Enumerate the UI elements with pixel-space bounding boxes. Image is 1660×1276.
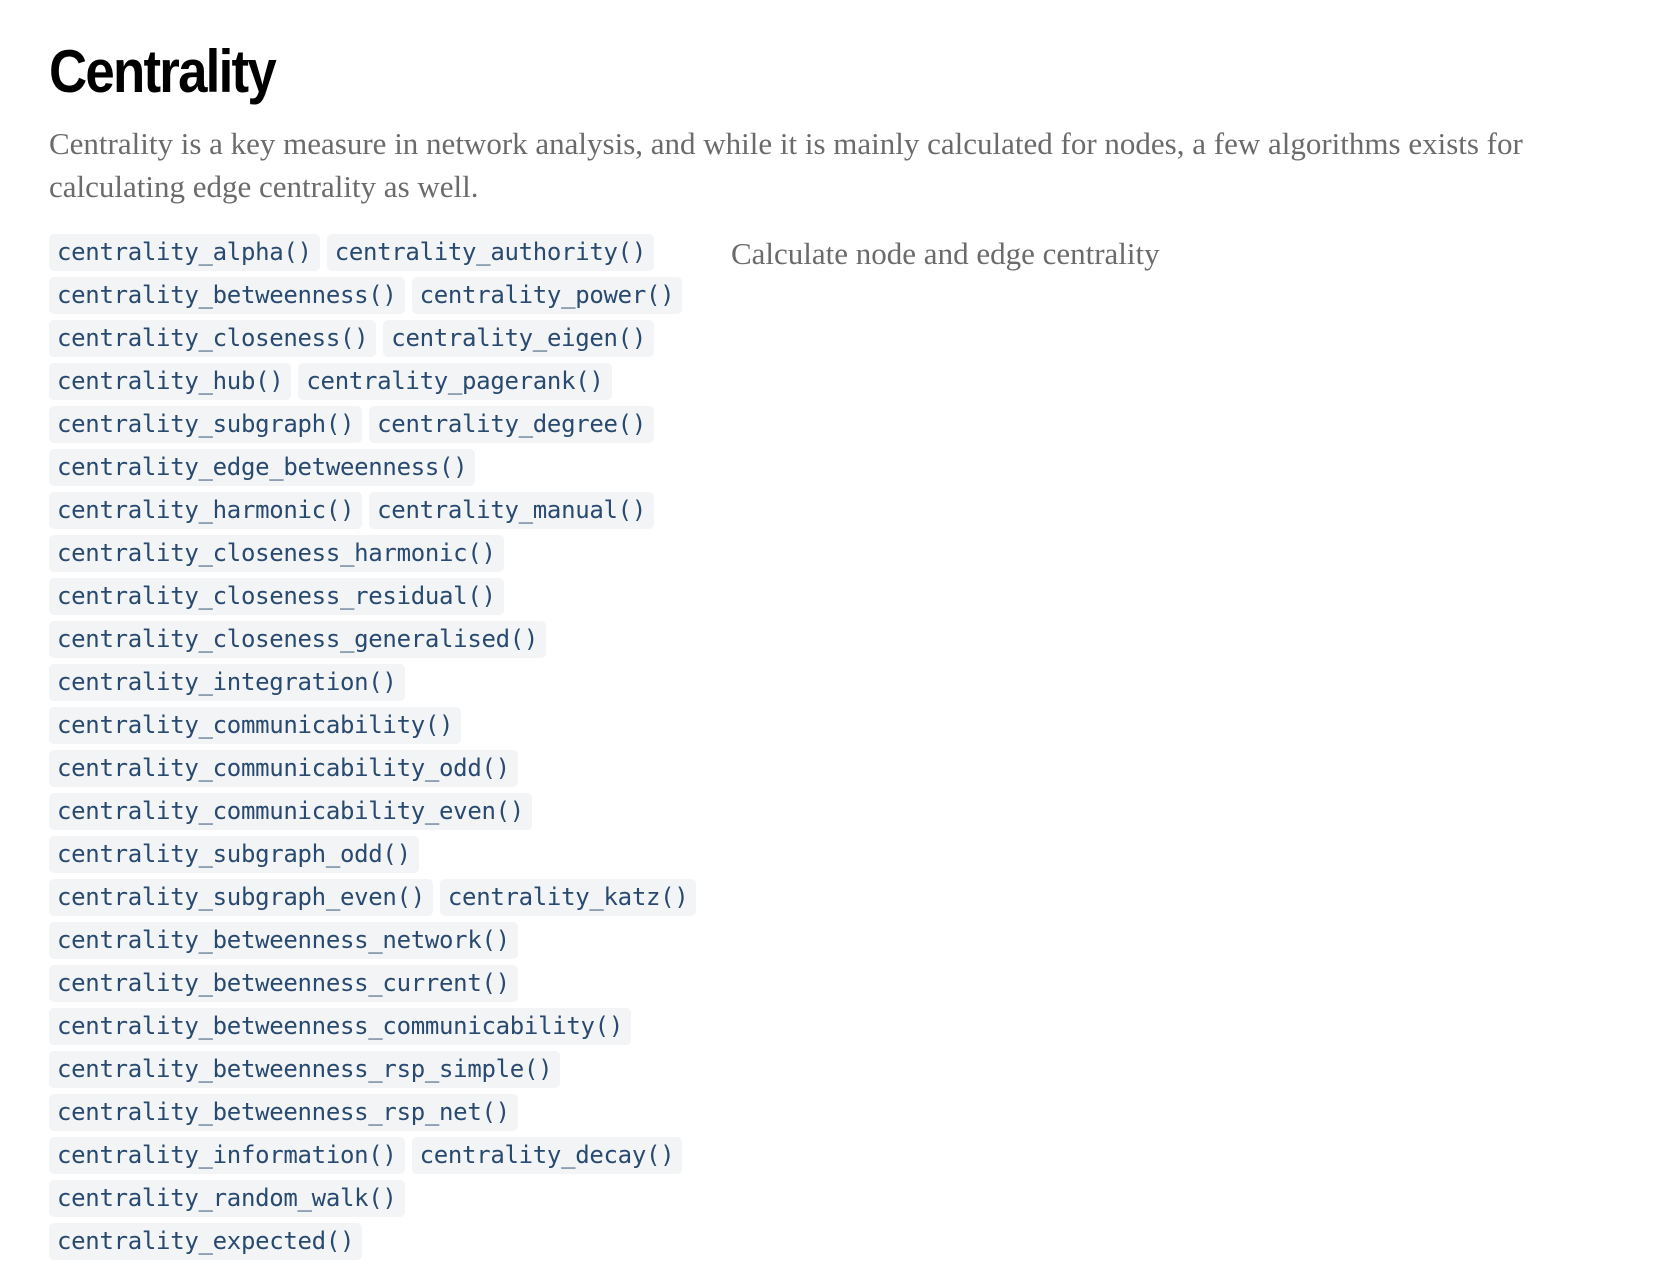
function-row: centrality_expected() [49,1223,739,1266]
function-link[interactable]: centrality_subgraph_even() [49,879,433,916]
function-link[interactable]: centrality_communicability() [49,707,462,744]
function-link[interactable]: centrality_eigen() [383,320,654,357]
function-link[interactable]: centrality_manual() [369,492,654,529]
function-link[interactable]: centrality_random_walk() [49,1180,405,1217]
function-row: centrality_closeness() centrality_eigen() [49,320,739,363]
function-row: centrality_betweenness() centrality_power… [49,277,739,320]
reference-page: Centrality Centrality is a key measure i… [49,30,1629,1266]
function-link[interactable]: centrality_edge_betweenness() [49,449,476,486]
function-row: centrality_betweenness_rsp_simple() [49,1051,739,1094]
function-link[interactable]: centrality_decay() [411,1137,683,1174]
function-link[interactable]: centrality_expected() [49,1223,363,1260]
function-link[interactable]: centrality_communicability_even() [49,793,532,830]
function-link[interactable]: centrality_pagerank() [298,363,612,400]
function-link[interactable]: centrality_betweenness_rsp_net() [49,1094,518,1131]
function-reference-block: centrality_alpha() centrality_authority()… [49,234,1629,1266]
function-row: centrality_betweenness_current() [49,965,739,1008]
function-link[interactable]: centrality_betweenness_rsp_simple() [49,1051,561,1088]
function-row: centrality_communicability_odd() [49,750,739,793]
function-row: centrality_betweenness_network() [49,922,739,965]
function-link[interactable]: centrality_closeness_harmonic() [49,535,504,572]
function-link[interactable]: centrality_betweenness_communicability() [49,1008,631,1045]
function-link[interactable]: centrality_authority() [326,234,654,271]
function-row: centrality_betweenness_communicability() [49,1008,739,1051]
function-link[interactable]: centrality_subgraph_odd() [49,836,419,873]
function-group-description: Calculate node and edge centrality [731,236,1160,271]
function-row: centrality_subgraph_even() centrality_kat… [49,879,739,922]
function-row: centrality_closeness_harmonic() [49,535,739,578]
function-row: centrality_harmonic() centrality_manual() [49,492,739,535]
function-link[interactable]: centrality_subgraph() [49,406,363,443]
function-link[interactable]: centrality_closeness() [49,320,377,357]
function-link[interactable]: centrality_information() [49,1137,405,1174]
section-title: Centrality [49,38,277,105]
function-link[interactable]: centrality_betweenness_network() [49,922,518,959]
function-link[interactable]: centrality_alpha() [49,234,320,271]
function-row: centrality_closeness_generalised() [49,621,739,664]
function-row: centrality_integration() [49,664,739,707]
function-link[interactable]: centrality_betweenness_current() [49,965,518,1002]
function-link[interactable]: centrality_degree() [369,406,654,443]
function-link[interactable]: centrality_integration() [49,664,405,701]
function-link[interactable]: centrality_communicability_odd() [49,750,518,787]
function-link[interactable]: centrality_power() [411,277,683,314]
function-link[interactable]: centrality_hub() [49,363,292,400]
function-row: centrality_information() centrality_decay… [49,1137,739,1180]
function-row: centrality_communicability_even() [49,793,739,836]
function-row: centrality_betweenness_rsp_net() [49,1094,739,1137]
function-link[interactable]: centrality_closeness_residual() [49,578,504,615]
function-row: centrality_alpha() centrality_authority() [49,234,739,277]
function-link[interactable]: centrality_harmonic() [49,492,363,529]
function-row: centrality_communicability() [49,707,739,750]
section-description: Centrality is a key measure in network a… [49,126,1523,204]
function-list: centrality_alpha() centrality_authority()… [49,234,739,1266]
function-row: centrality_edge_betweenness() [49,449,739,492]
function-row: centrality_hub() centrality_pagerank() [49,363,739,406]
function-link[interactable]: centrality_katz() [439,879,697,916]
function-row: centrality_closeness_residual() [49,578,739,621]
function-row: centrality_subgraph() centrality_degree() [49,406,739,449]
function-link[interactable]: centrality_betweenness() [49,277,405,314]
function-row: centrality_subgraph_odd() [49,836,739,879]
function-link[interactable]: centrality_closeness_generalised() [49,621,547,658]
function-row: centrality_random_walk() [49,1180,739,1223]
